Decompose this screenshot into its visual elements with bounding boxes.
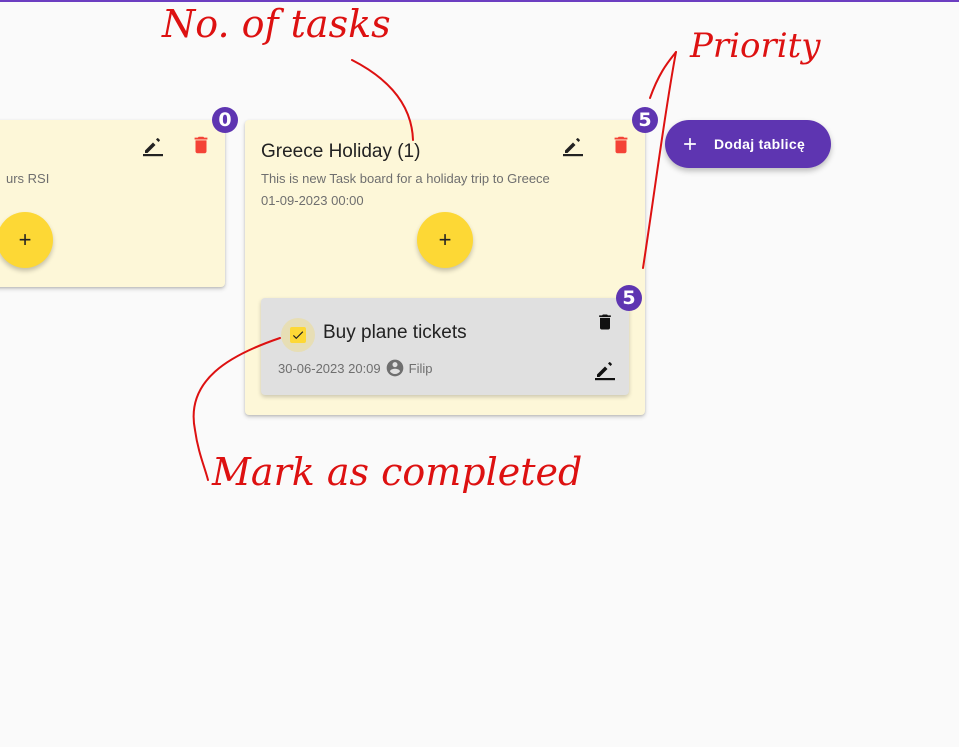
board-title: Greece Holiday (1) [261,141,421,162]
edit-task-button[interactable] [591,355,619,383]
edit-board-button[interactable] [139,131,167,159]
delete-board-button[interactable] [607,131,635,159]
edit-icon [563,138,583,157]
board-description: This is new Task board for a holiday tri… [261,171,550,186]
plus-icon [684,138,696,150]
annotation-tasks-count: No. of tasks [162,2,391,46]
priority-badge: 5 [632,107,658,133]
task-priority-badge: 5 [616,285,642,311]
task-user: Filip [408,360,433,376]
add-board-button[interactable]: Dodaj tablicę [665,120,831,168]
check-icon [292,331,304,340]
annotation-mark-completed: Mark as completed [212,450,583,494]
add-task-button[interactable]: + [0,212,53,268]
delete-icon [614,136,628,154]
board-card: urs RSI + [0,120,225,287]
delete-task-button[interactable] [591,308,619,336]
edit-board-button[interactable] [559,131,587,159]
top-border [0,0,959,2]
annotation-priority: Priority [690,26,821,66]
board-date: 01-09-2023 00:00 [261,193,364,208]
checkbox-box [290,327,306,343]
add-task-button[interactable]: + [417,212,473,268]
complete-checkbox[interactable] [281,318,315,352]
task-title: Buy plane tickets [323,322,467,343]
task-date: 30-06-2023 20:09 [278,360,381,376]
edit-icon [595,362,615,381]
person-icon [386,359,403,377]
delete-board-button[interactable] [187,131,215,159]
delete-icon [194,136,208,154]
delete-icon [599,314,611,330]
board-card: Greece Holiday (1) This is new Task boar… [245,120,645,415]
edit-icon [143,138,163,157]
board-description: urs RSI [6,171,50,186]
add-board-label: Dodaj tablicę [714,136,806,152]
task-meta: 30-06-2023 20:09 Filip [278,358,433,378]
priority-badge: 0 [212,107,238,133]
task-card: Buy plane tickets 30-06-2023 20:09 Filip [261,298,629,395]
